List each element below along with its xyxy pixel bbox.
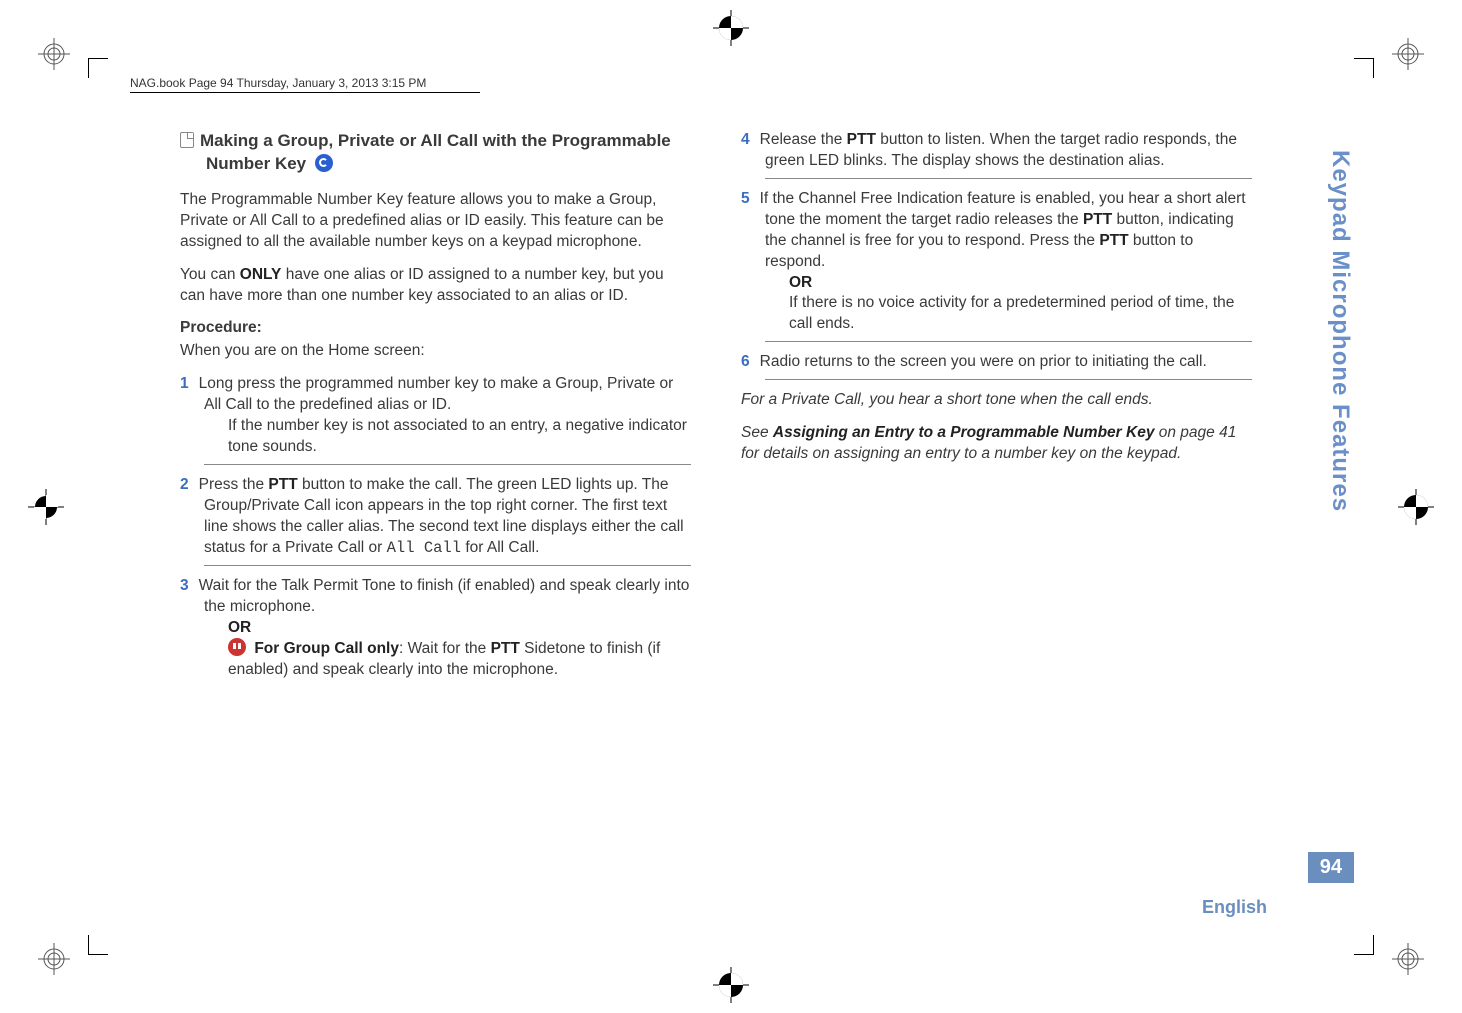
page-header: NAG.book Page 94 Thursday, January 3, 20… [130,76,480,93]
step-number: 6 [741,353,750,370]
step-number: 4 [741,131,750,148]
title-text: Making a Group, Private or All Call with… [200,131,671,173]
crop-mark-icon [1354,58,1374,78]
step-number: 2 [180,476,189,493]
register-mark-icon [713,10,749,46]
side-tab-label: Keypad Microphone Features [1326,150,1354,512]
document-icon [180,132,194,148]
register-mark-icon [713,967,749,1003]
footnote: See Assigning an Entry to a Programmable… [741,423,1252,465]
step-2: 2Press the PTT button to make the call. … [204,475,691,566]
section-title: Making a Group, Private or All Call with… [206,130,691,176]
left-column: Making a Group, Private or All Call with… [180,130,691,697]
paragraph: The Programmable Number Key feature allo… [180,190,691,253]
register-mark-icon [1398,489,1434,525]
crop-mark-icon [88,935,108,955]
step-1: 1Long press the programmed number key to… [204,374,691,465]
step-number: 3 [180,577,189,594]
step-number: 5 [741,190,750,207]
procedure-label: Procedure: [180,318,691,339]
right-column: 4Release the PTT button to listen. When … [741,130,1252,697]
step-3: 3Wait for the Talk Permit Tone to finish… [204,576,691,688]
crop-mark-icon [1354,935,1374,955]
page-number: 94 [1308,852,1354,883]
language-label: English [1202,897,1267,918]
step-6: 6Radio returns to the screen you were on… [765,352,1252,380]
paragraph: You can ONLY have one alias or ID assign… [180,265,691,307]
printer-mark-icon [38,943,70,975]
page-number-box: 94 [1308,852,1354,883]
register-mark-icon [28,489,64,525]
printer-mark-icon [38,38,70,70]
step-4: 4Release the PTT button to listen. When … [765,130,1252,179]
crop-mark-icon [88,58,108,78]
page-body: Making a Group, Private or All Call with… [180,130,1252,697]
feature-icon [315,154,333,172]
step-5: 5If the Channel Free Indication feature … [765,189,1252,342]
printer-mark-icon [1392,943,1424,975]
footnote: For a Private Call, you hear a short ton… [741,390,1252,411]
printer-mark-icon [1392,38,1424,70]
step-number: 1 [180,375,189,392]
procedure-subtitle: When you are on the Home screen: [180,341,691,362]
group-call-icon [228,638,246,656]
